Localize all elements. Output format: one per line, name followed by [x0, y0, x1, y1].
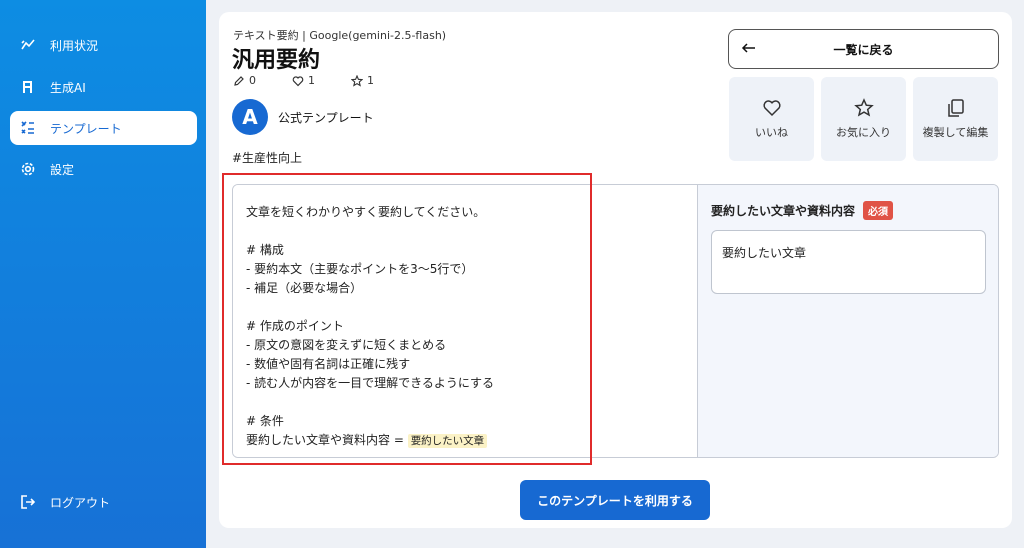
template-panel: 文章を短くわかりやすく要約してください。 # 構成 - 要約本文（主要なポイント…: [232, 184, 999, 458]
sidebar-item-label: 生成AI: [50, 80, 86, 95]
pencil-icon: [234, 75, 244, 86]
required-badge: 必須: [863, 201, 894, 220]
prompt-preview: 文章を短くわかりやすく要約してください。 # 構成 - 要約本文（主要なポイント…: [233, 185, 698, 457]
star-icon: [351, 74, 363, 87]
heart-icon: [762, 100, 781, 117]
page-title: 汎用要約: [232, 48, 321, 73]
summary-source-input[interactable]: 要約したい文章: [711, 230, 986, 294]
edit-count: 0: [233, 74, 256, 87]
like-count: 1: [292, 74, 315, 87]
use-template-button[interactable]: このテンプレートを利用する: [520, 480, 710, 520]
arrow-left-icon: [741, 43, 755, 53]
author-block: A 公式テンプレート: [232, 99, 374, 135]
variable-chip: 要約したい文章: [407, 434, 488, 448]
sidebar-item-templates[interactable]: テンプレート: [10, 111, 197, 145]
template-detail-card: テキスト要約 | Google(gemini-2.5-flash) 汎用要約 0…: [219, 12, 1012, 528]
sidebar-item-settings[interactable]: 設定: [10, 152, 197, 186]
sidebar-item-generative-ai[interactable]: 生成AI: [10, 70, 197, 104]
favorite-count: 1: [351, 74, 374, 87]
prompt-text: 文章を短くわかりやすく要約してください。 # 構成 - 要約本文（主要なポイント…: [246, 205, 495, 448]
field-label: 要約したい文章や資料内容 必須: [711, 201, 894, 220]
sidebar-item-usage[interactable]: 利用状況: [10, 28, 197, 62]
logout-label: ログアウト: [50, 495, 111, 510]
chart-icon: [20, 37, 36, 53]
sidebar-item-label: 利用状況: [50, 38, 99, 53]
back-to-list-button[interactable]: 一覧に戻る: [728, 29, 999, 69]
star-icon: [853, 98, 874, 117]
input-form: 要約したい文章や資料内容 必須 要約したい文章: [698, 185, 998, 457]
sidebar-item-label: テンプレート: [50, 121, 122, 136]
brand-logo-icon: [20, 79, 36, 95]
like-button[interactable]: いいね: [729, 77, 814, 161]
gear-icon: [20, 161, 36, 177]
stats-row: 0 1 1: [233, 74, 410, 87]
favorite-button[interactable]: お気に入り: [821, 77, 906, 161]
logout-button[interactable]: ログアウト: [10, 485, 197, 519]
template-icon: [20, 120, 36, 136]
copy-icon: [947, 99, 964, 117]
hashtag[interactable]: #生産性向上: [232, 149, 302, 166]
breadcrumb: テキスト要約 | Google(gemini-2.5-flash): [233, 29, 447, 42]
duplicate-edit-button[interactable]: 複製して編集: [913, 77, 998, 161]
sidebar: 利用状況 生成AI テンプレート 設定 ログアウト: [0, 0, 206, 548]
heart-icon: [292, 75, 304, 86]
author-logo: A: [232, 99, 268, 135]
sidebar-item-label: 設定: [50, 162, 75, 177]
logout-icon: [20, 494, 36, 510]
author-name: 公式テンプレート: [278, 110, 374, 125]
